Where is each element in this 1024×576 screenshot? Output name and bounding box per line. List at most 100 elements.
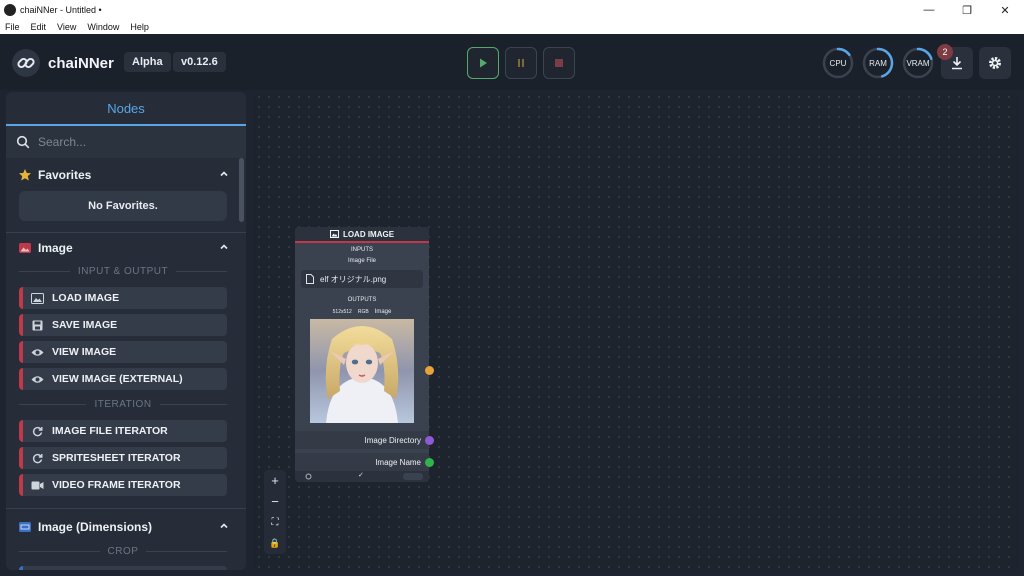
section-iteration: ITERATION <box>19 399 227 410</box>
chevron-up-icon[interactable] <box>218 168 230 180</box>
node-label: SPRITESHEET ITERATOR <box>52 452 181 464</box>
sidebar-scrollbar[interactable] <box>239 158 244 222</box>
run-button[interactable] <box>467 47 499 79</box>
section-crop: CROP <box>19 546 227 557</box>
name-output-handle[interactable] <box>425 458 434 467</box>
outputs-label: OUTPUTS <box>347 297 377 303</box>
output-image-directory: Image Directory <box>295 431 429 449</box>
cpu-gauge-label: CPU <box>829 58 847 68</box>
output-meta: 512x512 RGB Image <box>295 309 429 315</box>
vram-gauge-label: VRAM <box>906 58 930 68</box>
download-count-badge: 2 <box>937 44 953 60</box>
node-partial[interactable] <box>19 566 227 570</box>
divider <box>6 508 246 509</box>
eye-icon <box>30 345 44 359</box>
node-spritesheet-iterator[interactable]: SPRITESHEET ITERATOR <box>19 447 227 469</box>
download-icon <box>952 57 962 70</box>
maximize-button[interactable]: ❐ <box>948 0 986 20</box>
star-icon <box>19 169 31 181</box>
chevron-up-icon[interactable] <box>218 520 230 532</box>
lock-button[interactable]: 🔒 <box>264 533 286 554</box>
menu-file[interactable]: File <box>5 22 20 32</box>
image-preview <box>310 319 414 423</box>
app-window: chaiNNer - Untitled • — ❐ ✕ File Edit Vi… <box>0 0 1024 576</box>
node-label: IMAGE FILE ITERATOR <box>52 425 168 437</box>
search-bar[interactable]: Search... <box>6 126 246 158</box>
node-view-image[interactable]: VIEW IMAGE <box>19 341 227 363</box>
divider <box>6 232 246 233</box>
stop-icon <box>555 59 563 67</box>
node-label: SAVE IMAGE <box>52 319 118 331</box>
node-save-image[interactable]: SAVE IMAGE <box>19 314 227 336</box>
eye-icon <box>30 372 44 386</box>
search-input[interactable]: Search... <box>38 135 86 149</box>
menu-help[interactable]: Help <box>130 22 149 32</box>
node-load-image[interactable]: LOAD IMAGE <box>19 287 227 309</box>
image-output-handle[interactable] <box>425 366 434 375</box>
output-label: Image Directory <box>364 435 421 445</box>
dimensions-category-icon <box>19 522 31 532</box>
node-title: LOAD IMAGE <box>342 229 395 239</box>
image-icon <box>329 230 339 238</box>
category-image[interactable]: Image <box>18 238 230 258</box>
node-view-image-external[interactable]: VIEW IMAGE (EXTERNAL) <box>19 368 227 390</box>
close-button[interactable]: ✕ <box>986 0 1024 20</box>
image-icon <box>30 291 44 305</box>
node-footer: ✓ <box>295 471 429 482</box>
node-footer-pill <box>403 473 423 480</box>
menu-view[interactable]: View <box>57 22 76 32</box>
node-label: LOAD IMAGE <box>52 292 120 304</box>
category-favorites[interactable]: Favorites <box>18 165 230 185</box>
input-image-file-label: Image File <box>347 258 376 264</box>
gear-icon[interactable] <box>305 473 312 480</box>
pause-button[interactable] <box>505 47 537 79</box>
app-icon <box>4 4 16 16</box>
directory-output-handle[interactable] <box>425 436 434 445</box>
canvas-controls: + − ⛶ 🔒 <box>264 470 286 554</box>
save-icon <box>30 318 44 332</box>
logo-icon <box>12 49 40 77</box>
output-label: Image Name <box>375 457 421 467</box>
stop-button[interactable] <box>543 47 575 79</box>
load-image-node[interactable]: LOAD IMAGE INPUTS Image File elf オリジナル.p… <box>295 227 429 482</box>
image-output-name: Image <box>374 309 392 315</box>
output-image-name: Image Name <box>295 453 429 471</box>
ram-gauge-label: RAM <box>869 58 887 68</box>
image-size: 512x512 <box>332 309 352 315</box>
fit-view-button[interactable]: ⛶ <box>264 512 286 533</box>
settings-button[interactable] <box>979 47 1011 79</box>
cpu-gauge: CPU <box>822 47 854 79</box>
check-icon: ✓ <box>358 472 364 479</box>
node-label: VIDEO FRAME ITERATOR <box>52 479 181 491</box>
zoom-out-button[interactable]: − <box>264 491 286 512</box>
window-title: chaiNNer - Untitled • <box>20 5 102 15</box>
play-icon <box>480 58 487 68</box>
chevron-up-icon[interactable] <box>218 241 230 253</box>
menu-bar: File Edit View Window Help <box>0 20 1024 34</box>
title-bar: chaiNNer - Untitled • — ❐ ✕ <box>0 0 1024 20</box>
node-label: VIEW IMAGE (EXTERNAL) <box>52 373 183 385</box>
app-header: chaiNNer Alpha v0.12.6 CPU RAM VRAM <box>0 34 1024 90</box>
category-title: Favorites <box>38 168 92 182</box>
image-mode: RGB <box>357 309 369 315</box>
vram-gauge: VRAM <box>902 47 934 79</box>
gear-icon <box>989 57 1001 69</box>
menu-window[interactable]: Window <box>87 22 119 32</box>
zoom-in-button[interactable]: + <box>264 470 286 491</box>
category-title: Image <box>38 241 73 255</box>
node-label: VIEW IMAGE <box>52 346 117 358</box>
node-video-frame-iterator[interactable]: VIDEO FRAME ITERATOR <box>19 474 227 496</box>
category-title: Image (Dimensions) <box>38 520 153 534</box>
image-file-input[interactable]: elf オリジナル.png <box>301 270 423 288</box>
node-image-file-iterator[interactable]: IMAGE FILE ITERATOR <box>19 420 227 442</box>
channel-badge: Alpha <box>124 52 171 72</box>
tab-nodes[interactable]: Nodes <box>6 92 246 126</box>
minimize-button[interactable]: — <box>910 0 948 20</box>
refresh-icon <box>30 424 44 438</box>
file-icon <box>306 274 314 284</box>
menu-edit[interactable]: Edit <box>31 22 47 32</box>
ram-gauge: RAM <box>862 47 894 79</box>
category-image-dimensions[interactable]: Image (Dimensions) <box>18 517 230 537</box>
inputs-label: INPUTS <box>350 247 373 253</box>
node-header[interactable]: LOAD IMAGE <box>295 227 429 243</box>
